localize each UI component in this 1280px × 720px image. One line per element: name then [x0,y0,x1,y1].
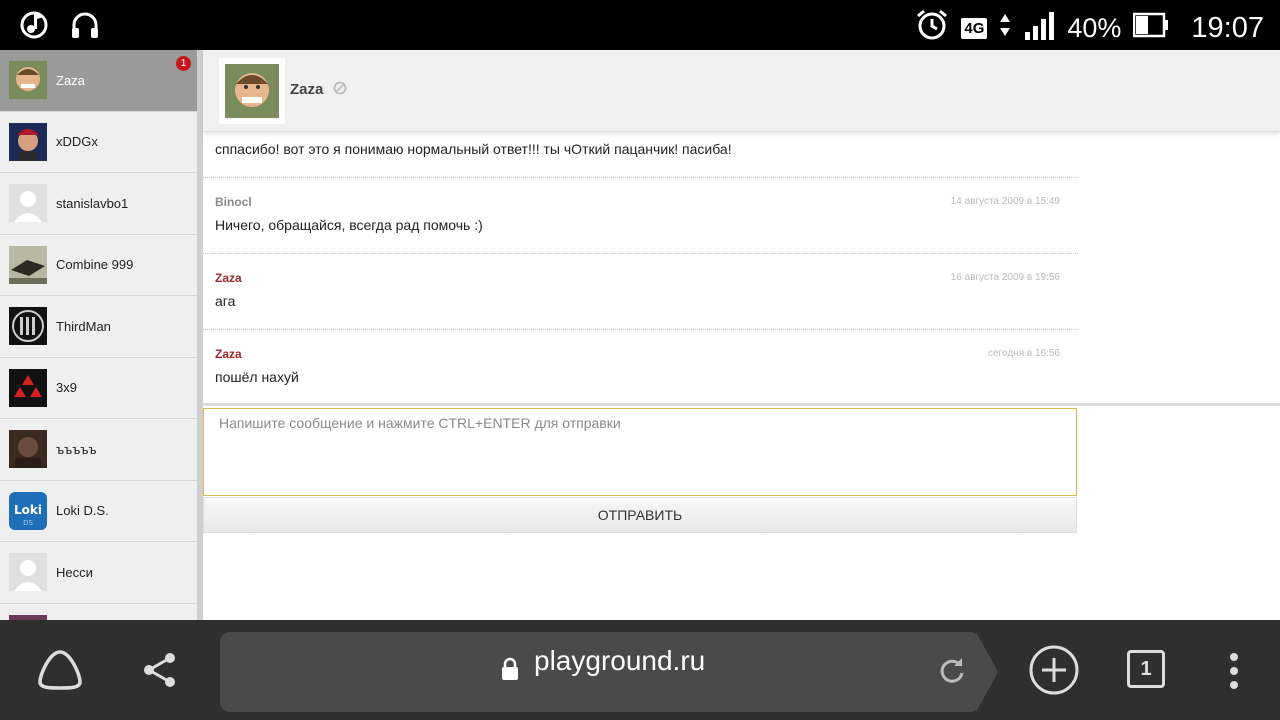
contact-name: stanislavbo1 [56,195,129,211]
contact-item-combine-999[interactable]: Combine 999 [0,235,197,296]
contact-name: ThirdMan [56,318,111,334]
contact-name: 3x9 [56,380,77,396]
svg-text:DS: DS [23,519,33,527]
lock-icon [500,657,520,686]
default-avatar-icon [9,184,47,223]
message-time: сегодня в 16:56 [988,348,1060,359]
browser-toolbar: playground.ru 1 [0,620,1280,720]
contact-item-nessi[interactable]: Несси [0,542,197,604]
contact-item-loki-ds[interactable]: Loki DS Loki D.S. [0,481,197,542]
new-tab-icon[interactable] [1028,644,1080,701]
message-text: пошёл нахуй [215,369,299,385]
contact-name: ъъъъъ [56,441,97,457]
message-time: 14 августа 2009 в 15:49 [950,196,1060,207]
contact-item-partial[interactable] [0,604,197,620]
avatar [9,245,47,284]
avatar [9,307,47,346]
message-input[interactable]: Напишите сообщение и нажмите CTRL+ENTER … [203,408,1077,496]
music-note-icon [20,9,48,44]
message-text: Ничего, обращайся, всегда рад помочь :) [215,217,483,233]
message-author[interactable]: Zaza [215,347,242,361]
contacts-sidebar: Zaza 1 xDDGx stanislavbo1 Combine 999 Th… [0,50,197,620]
message-item: сппасибо! вот это я понимаю нормальный о… [203,132,1078,178]
message-list: сппасибо! вот это я понимаю нормальный о… [203,132,1078,403]
contact-item-zaza[interactable]: Zaza 1 [0,50,197,112]
contact-item-hard-signs[interactable]: ъъъъъ [0,419,197,481]
message-time: 16 августа 2009 в 19:56 [950,272,1060,283]
message-author[interactable]: Zaza [215,271,242,285]
avatar: Loki DS [9,491,47,530]
contact-name: Combine 999 [56,257,134,273]
message-input-placeholder: Напишите сообщение и нажмите CTRL+ENTER … [219,415,621,431]
share-icon[interactable] [142,652,178,693]
message-text: сппасибо! вот это я понимаю нормальный о… [215,141,732,157]
address-bar-arrow [976,632,998,712]
message-item: Zaza 16 августа 2009 в 19:56 ага [203,254,1078,330]
message-item: Binocl 14 августа 2009 в 15:49 Ничего, о… [203,178,1078,254]
avatar [9,430,47,469]
chat-header: Zaza [203,50,1280,132]
composer-separator [203,403,1280,406]
clock: 19:07 [1191,12,1264,44]
avatar [9,368,47,407]
signal-icon [1023,10,1055,47]
headphones-icon [70,9,100,44]
reload-icon[interactable] [938,656,966,691]
contact-item-stanislavbo1[interactable]: stanislavbo1 [0,173,197,235]
contact-item-3x9[interactable]: 3x9 [0,358,197,419]
message-author[interactable]: Binocl [215,195,252,209]
avatar [9,61,47,100]
contact-name: Несси [56,564,93,580]
send-button[interactable]: ОТПРАВИТЬ [203,497,1077,533]
alarm-icon [915,8,949,49]
contact-item-xddgx[interactable]: xDDGx [0,112,197,173]
battery-percent: 40% [1067,13,1122,43]
default-avatar-icon [9,553,47,592]
message-item: Zaza сегодня в 16:56 пошёл нахуй [203,330,1078,403]
chat-contact-name: Zaza [290,81,324,98]
contact-avatar[interactable] [219,58,285,124]
battery-icon [1133,12,1169,45]
more-menu-icon[interactable] [1227,652,1241,695]
svg-text:Loki: Loki [14,503,42,517]
message-text: ага [215,293,236,309]
contact-item-thirdman[interactable]: ThirdMan [0,296,197,358]
block-icon[interactable] [333,81,347,100]
contact-name: Zaza [56,72,85,88]
alice-assistant-icon[interactable] [36,648,84,697]
status-bar: 4G 40% 19:07 [0,0,1280,50]
network-type-badge: 4G [961,18,988,39]
tabs-counter-button[interactable]: 1 [1127,650,1165,688]
contact-name: xDDGx [56,134,98,150]
contact-name: Loki D.S. [56,503,109,519]
avatar [9,122,47,161]
unread-badge: 1 [176,56,191,71]
data-arrows-icon [999,12,1011,45]
url-text: playground.ru [534,645,706,676]
